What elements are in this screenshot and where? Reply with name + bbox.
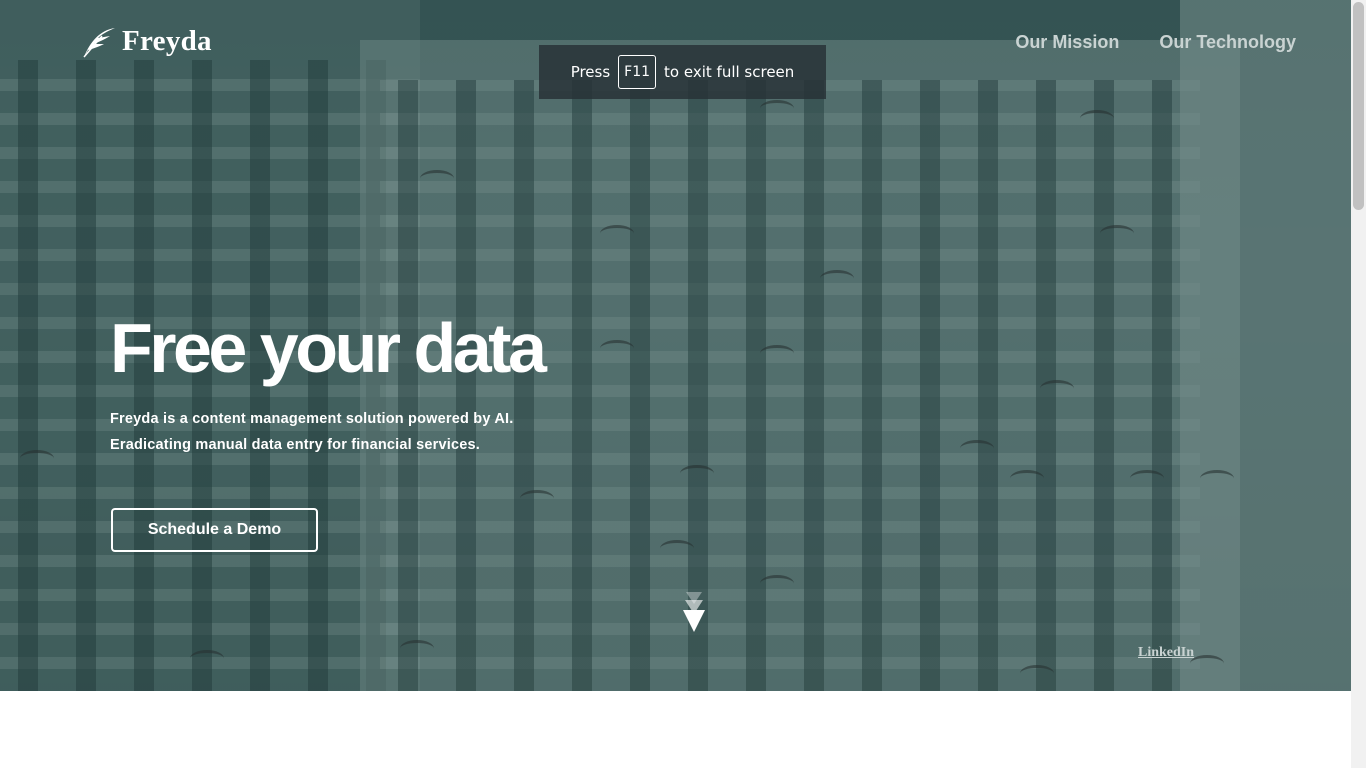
bird-silhouette: [1130, 470, 1164, 487]
bird-silhouette: [1190, 655, 1224, 672]
bird-silhouette: [1100, 225, 1134, 242]
bird-silhouette: [600, 340, 634, 357]
bird-silhouette: [400, 640, 434, 657]
f11-key-badge: F11: [618, 55, 657, 89]
bird-silhouette: [820, 270, 854, 287]
hero-subtext-line: Eradicating manual data entry for financ…: [110, 437, 481, 453]
bird-silhouette: [190, 650, 224, 667]
bird-silhouette: [760, 575, 794, 592]
linkedin-link[interactable]: LinkedIn: [1138, 645, 1194, 661]
hero-subtext-line: Freyda is a content management solution …: [110, 411, 514, 427]
bird-silhouette: [1010, 470, 1044, 487]
page-scrollbar[interactable]: [1351, 0, 1366, 768]
bird-silhouette: [1080, 110, 1114, 127]
bird-silhouette: [960, 440, 994, 457]
hero-section: Freyda Our Mission Our Technology Press …: [0, 0, 1351, 691]
bird-silhouette: [760, 345, 794, 362]
scrollbar-thumb[interactable]: [1353, 2, 1364, 210]
fullscreen-notice-suffix: to exit full screen: [664, 63, 795, 81]
bird-silhouette: [1020, 665, 1054, 682]
down-arrow-icon[interactable]: [682, 590, 706, 634]
page-viewport: Freyda Our Mission Our Technology Press …: [0, 0, 1351, 768]
nav-link-our-mission[interactable]: Our Mission: [1015, 32, 1119, 53]
bird-silhouette: [660, 540, 694, 557]
hero-subtext: Freyda is a content management solution …: [110, 406, 513, 458]
nav-link-our-technology[interactable]: Our Technology: [1159, 32, 1296, 53]
schedule-demo-button[interactable]: Schedule a Demo: [111, 508, 318, 552]
bird-silhouette: [20, 450, 54, 467]
hero-headline: Free your data: [110, 309, 547, 387]
bird-silhouette: [680, 465, 714, 482]
fullscreen-notice-prefix: Press: [570, 63, 611, 81]
brand-name: Freyda: [122, 24, 212, 57]
bird-silhouette: [600, 225, 634, 242]
bird-silhouette: [1200, 470, 1234, 487]
bird-silhouette: [1040, 380, 1074, 397]
feather-icon: [83, 28, 115, 58]
top-navigation: Our Mission Our Technology: [1015, 32, 1296, 53]
fullscreen-exit-notice: Press F11 to exit full screen: [539, 45, 826, 99]
bird-silhouette: [520, 490, 554, 507]
bird-silhouette: [420, 170, 454, 187]
brand-logo[interactable]: Freyda: [82, 24, 212, 58]
bird-silhouette: [760, 100, 794, 117]
